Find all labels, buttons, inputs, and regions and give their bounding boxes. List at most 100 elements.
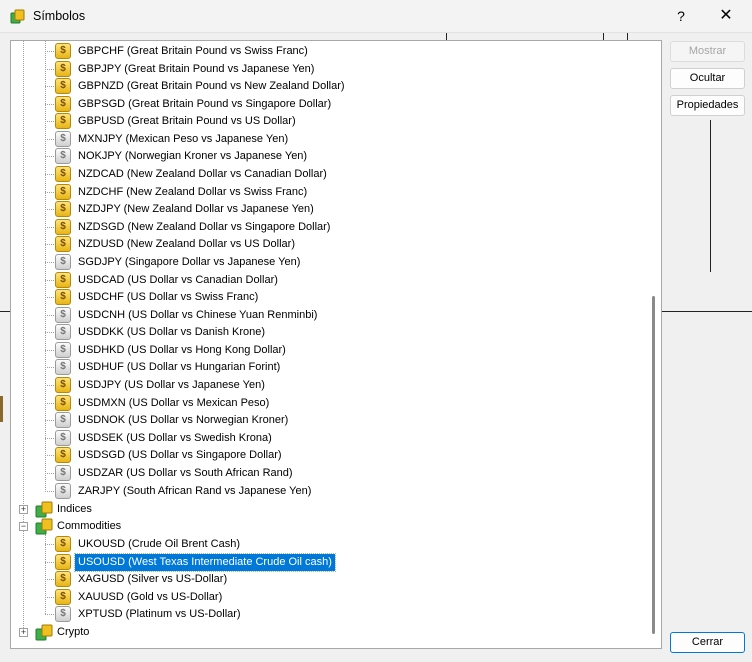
symbol-label: NZDSGD (New Zealand Dollar vs Singapore …	[78, 220, 331, 233]
enabled-symbol-icon: $	[55, 447, 71, 464]
tree-connector-line	[45, 279, 54, 281]
enabled-symbol-icon: $	[55, 95, 71, 112]
tree-connector-line	[45, 191, 54, 193]
symbol-label: NZDCHF (New Zealand Dollar vs Swiss Fran…	[78, 185, 308, 198]
expand-icon[interactable]: +	[19, 505, 28, 514]
tree-connector-line	[45, 209, 54, 211]
tree-connector-line	[45, 385, 54, 387]
tree-connector-line	[45, 579, 54, 581]
symbol-label: USDSEK (US Dollar vs Swedish Krona)	[78, 431, 272, 444]
tree-connector-line	[45, 332, 54, 334]
enabled-symbol-icon: $	[55, 553, 71, 570]
disabled-symbol-icon: $	[55, 324, 71, 341]
tree-connector-line	[45, 68, 54, 70]
window-title: Símbolos	[33, 9, 86, 23]
disabled-symbol-icon: $	[55, 359, 71, 376]
background-chart-line	[0, 396, 3, 422]
disabled-symbol-icon: $	[55, 148, 71, 165]
tree-connector-line	[45, 121, 54, 123]
symbol-label: NZDUSD (New Zealand Dollar vs US Dollar)	[78, 238, 295, 251]
properties-button[interactable]: Propiedades	[670, 95, 745, 116]
tree-connector-line	[45, 156, 54, 158]
tree-connector-line	[45, 490, 54, 492]
enabled-symbol-icon: $	[55, 236, 71, 253]
disabled-symbol-icon: $	[55, 429, 71, 446]
enabled-symbol-icon: $	[55, 78, 71, 95]
symbol-label: USDHUF (US Dollar vs Hungarian Forint)	[78, 361, 281, 374]
tree-connector-line	[45, 138, 54, 140]
tree-connector-line	[45, 437, 54, 439]
background-chart-line	[0, 311, 10, 312]
tree-connector-line	[45, 174, 54, 176]
symbol-label: USDMXN (US Dollar vs Mexican Peso)	[78, 396, 270, 409]
symbol-label: USDCNH (US Dollar vs Chinese Yuan Renmin…	[78, 308, 318, 321]
symbol-label: USDDKK (US Dollar vs Danish Krone)	[78, 326, 266, 339]
enabled-symbol-icon: $	[55, 289, 71, 306]
symbol-label: MXNJPY (Mexican Peso vs Japanese Yen)	[78, 132, 289, 145]
tree-connector-line	[45, 561, 54, 563]
symbol-label: GBPCHF (Great Britain Pound vs Swiss Fra…	[78, 45, 308, 57]
symbol-label: NZDJPY (New Zealand Dollar vs Japanese Y…	[78, 203, 314, 216]
symbol-label: USDZAR (US Dollar vs South African Rand)	[78, 466, 293, 479]
hide-button[interactable]: Ocultar	[670, 68, 745, 89]
symbols-tree[interactable]: $ GBPCHF (Great Britain Pound vs Swiss Fr…	[10, 40, 662, 649]
background-chart-line	[710, 120, 711, 272]
close-button[interactable]: Cerrar	[670, 632, 745, 653]
symbol-label: USDNOK (US Dollar vs Norwegian Kroner)	[78, 414, 289, 427]
symbol-label: UKOUSD (Crude Oil Brent Cash)	[78, 538, 240, 550]
symbol-label: GBPNZD (Great Britain Pound vs New Zeala…	[78, 80, 345, 93]
disabled-symbol-icon: $	[55, 606, 71, 623]
tree-connector-line	[45, 455, 54, 457]
vertical-scrollbar-thumb[interactable]	[652, 296, 655, 634]
folder-label: Indices	[57, 503, 92, 515]
title-bar: Símbolos ? ✕	[0, 0, 752, 33]
symbol-label: SGDJPY (Singapore Dollar vs Japanese Yen…	[78, 255, 301, 268]
help-button[interactable]: ?	[668, 4, 694, 28]
close-window-button[interactable]: ✕	[712, 4, 740, 28]
tree-connector-line	[45, 261, 54, 263]
enabled-symbol-icon: $	[55, 394, 71, 411]
symbol-label: USDCHF (US Dollar vs Swiss Franc)	[78, 291, 259, 304]
disabled-symbol-icon: $	[55, 306, 71, 323]
tree-connector-line	[45, 86, 54, 88]
enabled-symbol-icon: $	[55, 588, 71, 605]
enabled-symbol-icon: $	[55, 571, 71, 588]
disabled-symbol-icon: $	[55, 253, 71, 270]
disabled-symbol-icon: $	[55, 482, 71, 499]
tree-connector-line	[45, 534, 46, 614]
tree-connector-line	[45, 103, 54, 105]
symbol-label: USDHKD (US Dollar vs Hong Kong Dollar)	[78, 343, 286, 356]
tree-connector-line	[45, 402, 54, 404]
symbol-label: XPTUSD (Platinum vs US-Dollar)	[78, 608, 241, 621]
disabled-symbol-icon: $	[55, 130, 71, 147]
tree-connector-line	[45, 314, 54, 316]
symbol-label: NOKJPY (Norwegian Kroner vs Japanese Yen…	[78, 150, 308, 163]
folder-label: Commodities	[57, 520, 122, 532]
disabled-symbol-icon: $	[55, 341, 71, 358]
tree-connector-line	[45, 614, 54, 616]
folder-icon	[35, 624, 53, 641]
expand-icon[interactable]: +	[19, 628, 28, 637]
symbol-label: GBPJPY (Great Britain Pound vs Japanese …	[78, 62, 315, 75]
folder-icon	[35, 518, 53, 535]
enabled-symbol-icon: $	[55, 43, 71, 59]
symbols-app-icon	[10, 9, 25, 24]
collapse-icon[interactable]: −	[19, 522, 28, 531]
enabled-symbol-icon: $	[55, 166, 71, 183]
tree-connector-line	[45, 41, 46, 492]
tree-connector-line	[45, 297, 54, 299]
disabled-symbol-icon: $	[55, 412, 71, 429]
tree-connector-line	[45, 367, 54, 369]
background-chart-line	[662, 311, 752, 312]
symbol-label: XAGUSD (Silver vs US-Dollar)	[78, 573, 228, 586]
tree-connector-line	[23, 41, 24, 632]
tree-connector-line	[45, 226, 54, 228]
disabled-symbol-icon: $	[55, 464, 71, 481]
show-button[interactable]: Mostrar	[670, 41, 745, 62]
symbol-label: USDJPY (US Dollar vs Japanese Yen)	[78, 379, 265, 392]
enabled-symbol-icon: $	[55, 60, 71, 77]
enabled-symbol-icon: $	[55, 377, 71, 394]
symbol-label: GBPSGD (Great Britain Pound vs Singapore…	[78, 97, 332, 110]
enabled-symbol-icon: $	[55, 271, 71, 288]
tree-connector-line	[45, 596, 54, 598]
